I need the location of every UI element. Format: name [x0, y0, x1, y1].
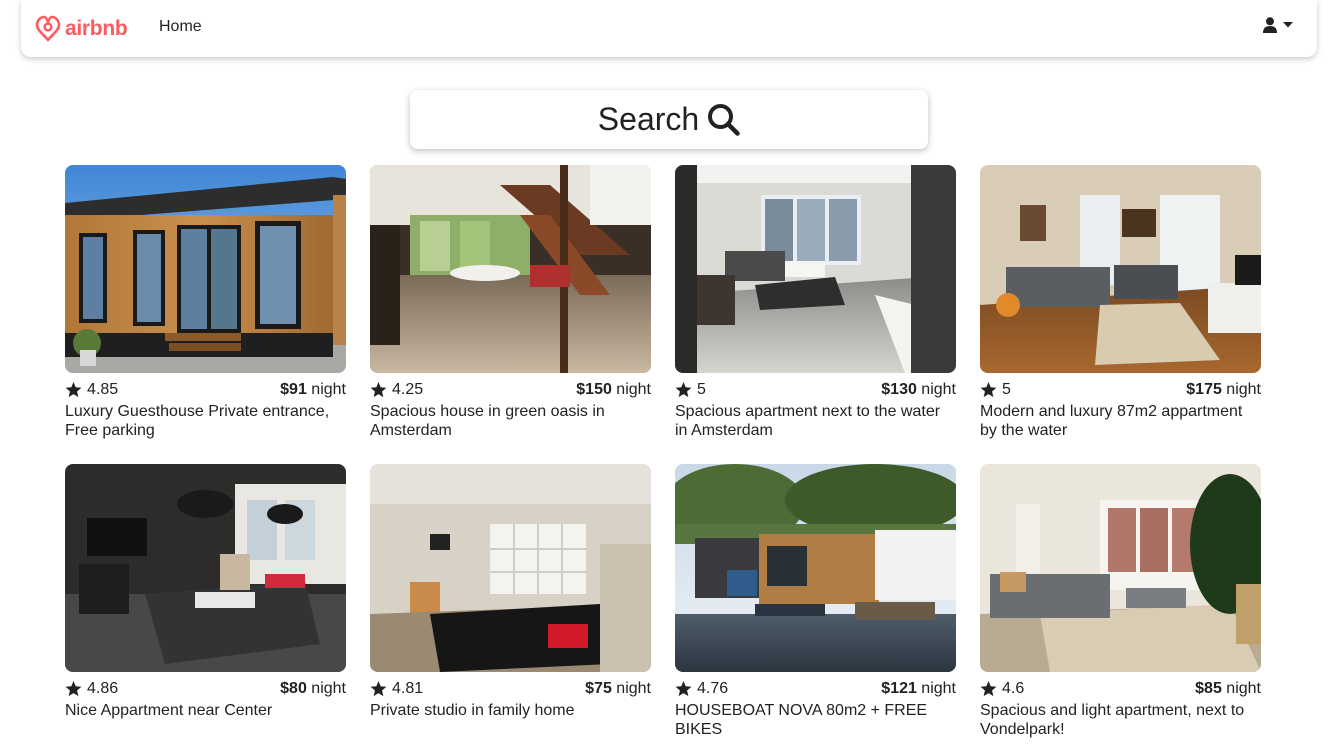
price-unit: night	[1221, 381, 1261, 398]
price-amount: $130	[881, 381, 917, 398]
listing-title[interactable]: Nice Appartment near Center	[65, 701, 346, 720]
price-unit: night	[611, 680, 651, 697]
listing-card[interactable]: 4.86 $80 night Nice Appartment near Cent…	[65, 464, 346, 720]
price-amount: $75	[585, 680, 612, 697]
listing-meta: 4.76 $121 night	[675, 679, 956, 699]
price-amount: $91	[280, 381, 307, 398]
listing-title[interactable]: Spacious and light apartment, next to Vo…	[980, 701, 1261, 739]
rating-value: 4.85	[87, 381, 119, 398]
price-unit: night	[306, 680, 346, 697]
listing-meta: 4.25 $150 night	[370, 380, 651, 400]
airbnb-logo-icon	[35, 15, 61, 42]
price: $130 night	[881, 381, 956, 399]
price-amount: $80	[280, 680, 307, 697]
listing-title[interactable]: HOUSEBOAT NOVA 80m2 + FREE BIKES	[675, 701, 956, 739]
rating: 4.81	[370, 680, 423, 698]
rating: 5	[675, 381, 706, 399]
star-icon	[65, 382, 82, 398]
star-icon	[65, 681, 82, 697]
nav-home-link[interactable]: Home	[159, 18, 202, 36]
listing-photo[interactable]	[370, 165, 651, 373]
price-amount: $85	[1195, 680, 1222, 697]
star-icon	[675, 681, 692, 697]
rating: 4.86	[65, 680, 118, 698]
listing-card[interactable]: 4.25 $150 night Spacious house in green …	[370, 165, 651, 440]
listing-meta: 4.81 $75 night	[370, 679, 651, 699]
star-icon	[675, 382, 692, 398]
price-unit: night	[916, 680, 956, 697]
price-unit: night	[1221, 680, 1261, 697]
listing-photo[interactable]	[65, 464, 346, 672]
listing-meta: 4.6 $85 night	[980, 679, 1261, 699]
listing-meta: 5 $130 night	[675, 380, 956, 400]
listing-title[interactable]: Modern and luxury 87m2 appartment by the…	[980, 402, 1261, 440]
listing-card[interactable]: 4.81 $75 night Private studio in family …	[370, 464, 651, 720]
listing-card[interactable]: 4.6 $85 night Spacious and light apartme…	[980, 464, 1261, 739]
caret-down-icon	[1283, 22, 1293, 28]
listing-photo[interactable]	[980, 464, 1261, 672]
rating: 4.6	[980, 680, 1024, 698]
listing-card[interactable]: 5 $130 night Spacious apartment next to …	[675, 165, 956, 440]
listing-card[interactable]: 4.76 $121 night HOUSEBOAT NOVA 80m2 + FR…	[675, 464, 956, 739]
listing-meta: 5 $175 night	[980, 380, 1261, 400]
user-icon	[1263, 17, 1277, 33]
rating-value: 5	[697, 381, 706, 398]
listing-photo[interactable]	[675, 165, 956, 373]
listing-meta: 4.85 $91 night	[65, 380, 346, 400]
star-icon	[980, 382, 997, 398]
price: $85 night	[1195, 680, 1261, 698]
rating-value: 4.81	[392, 680, 424, 697]
search-button[interactable]: Search	[410, 90, 928, 149]
price-unit: night	[611, 381, 651, 398]
listing-photo[interactable]	[65, 165, 346, 373]
star-icon	[370, 382, 387, 398]
price: $175 night	[1186, 381, 1261, 399]
price: $121 night	[881, 680, 956, 698]
search-label: Search	[597, 101, 700, 137]
listing-photo[interactable]	[370, 464, 651, 672]
listing-title[interactable]: Spacious house in green oasis in Amsterd…	[370, 402, 651, 440]
rating: 4.25	[370, 381, 423, 399]
rating-value: 4.6	[1002, 680, 1025, 697]
listing-photo[interactable]	[980, 165, 1261, 373]
listing-meta: 4.86 $80 night	[65, 679, 346, 699]
price: $150 night	[576, 381, 651, 399]
rating-value: 4.25	[392, 381, 424, 398]
user-menu-button[interactable]	[1263, 17, 1293, 33]
rating-value: 4.76	[697, 680, 729, 697]
logo-text: airbnb	[65, 17, 128, 40]
listing-card[interactable]: 4.85 $91 night Luxury Guesthouse Private…	[65, 165, 346, 440]
rating-value: 4.86	[87, 680, 119, 697]
price: $91 night	[280, 381, 346, 399]
price-amount: $175	[1186, 381, 1222, 398]
rating: 4.85	[65, 381, 118, 399]
listing-title[interactable]: Private studio in family home	[370, 701, 651, 720]
rating: 5	[980, 381, 1011, 399]
star-icon	[370, 681, 387, 697]
star-icon	[980, 681, 997, 697]
navbar: airbnb Home	[21, 0, 1317, 57]
listing-title[interactable]: Spacious apartment next to the water in …	[675, 402, 956, 440]
search-icon	[708, 104, 740, 136]
price: $75 night	[585, 680, 651, 698]
price-amount: $150	[576, 381, 612, 398]
listing-title[interactable]: Luxury Guesthouse Private entrance, Free…	[65, 402, 346, 440]
price-amount: $121	[881, 680, 917, 697]
airbnb-logo[interactable]: airbnb	[33, 13, 128, 45]
price: $80 night	[280, 680, 346, 698]
listing-photo[interactable]	[675, 464, 956, 672]
rating-value: 5	[1002, 381, 1011, 398]
rating: 4.76	[675, 680, 728, 698]
price-unit: night	[916, 381, 956, 398]
price-unit: night	[306, 381, 346, 398]
listing-card[interactable]: 5 $175 night Modern and luxury 87m2 appa…	[980, 165, 1261, 440]
